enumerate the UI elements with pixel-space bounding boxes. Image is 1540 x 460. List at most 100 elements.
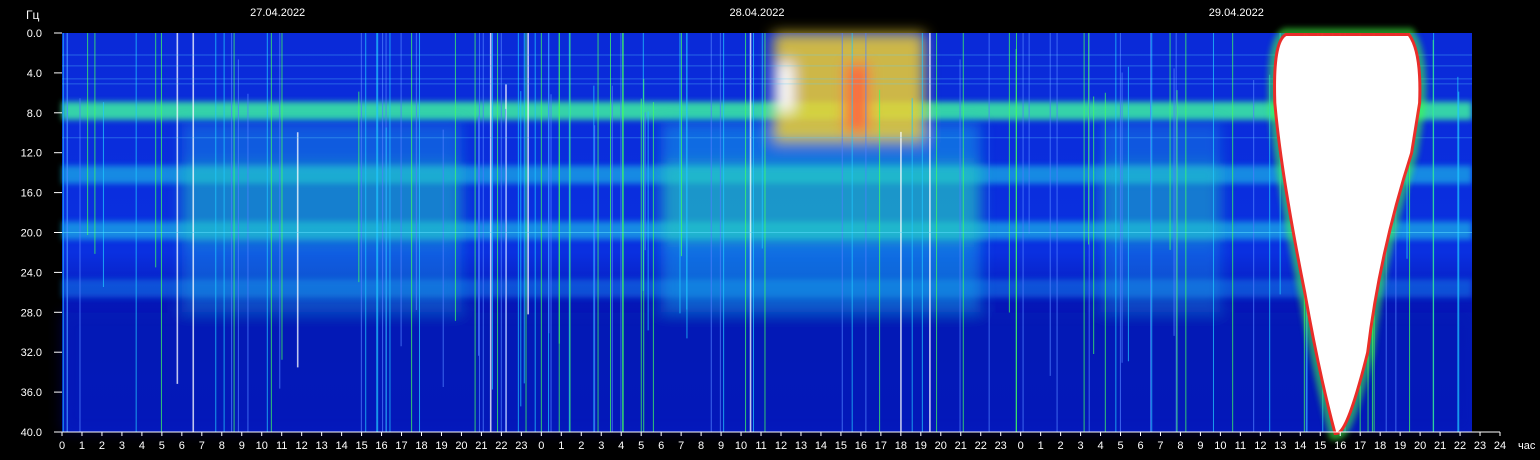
x-tick-label: 23 — [995, 440, 1007, 452]
x-tick-label: 5 — [159, 440, 165, 452]
x-tick-label: 16 — [375, 440, 387, 452]
x-tick-label: 7 — [1157, 440, 1163, 452]
date-labels: 27.04.2022 28.04.2022 29.04.2022 — [250, 7, 1264, 19]
y-tick-label: 12.0 — [21, 148, 42, 160]
x-tick-label: 3 — [1078, 440, 1084, 452]
x-tick-label: 22 — [495, 440, 507, 452]
x-tick-label: 9 — [239, 440, 245, 452]
x-tick-label: 8 — [1177, 440, 1183, 452]
x-tick-label: 13 — [1274, 440, 1286, 452]
disturbance-core — [844, 62, 869, 133]
x-tick-label: 18 — [1374, 440, 1386, 452]
x-tick-label: 21 — [475, 440, 487, 452]
x-tick-label: 15 — [835, 440, 847, 452]
x-tick-label: 13 — [316, 440, 328, 452]
x-tick-label: 4 — [618, 440, 624, 452]
x-tick-label: 7 — [678, 440, 684, 452]
x-tick-label: 6 — [179, 440, 185, 452]
x-tick-label: 20 — [935, 440, 947, 452]
x-tick-label: 19 — [915, 440, 927, 452]
x-tick-label: 20 — [1414, 440, 1426, 452]
x-tick-label: 1 — [79, 440, 85, 452]
x-tick-label: 4 — [1097, 440, 1103, 452]
x-tick-label: 15 — [1314, 440, 1326, 452]
x-tick-label: 6 — [658, 440, 664, 452]
x-tick-label: 23 — [515, 440, 527, 452]
x-tick-label: 14 — [815, 440, 827, 452]
x-tick-label: 9 — [718, 440, 724, 452]
x-axis-unit: час — [1518, 440, 1536, 452]
plot-area — [62, 27, 1500, 441]
x-tick-label: 10 — [1214, 440, 1226, 452]
date-label: 27.04.2022 — [250, 7, 305, 19]
x-tick-label: 18 — [415, 440, 427, 452]
y-axis-unit: Гц — [26, 8, 39, 22]
x-tick-label: 3 — [119, 440, 125, 452]
y-tick-label: 36.0 — [21, 387, 42, 399]
x-tick-label: 17 — [875, 440, 887, 452]
y-tick-label: 32.0 — [21, 347, 42, 359]
x-tick-label: 24 — [1494, 440, 1506, 452]
x-tick-label: 14 — [335, 440, 347, 452]
no-data-region — [1472, 33, 1500, 432]
spectrogram-chart: Гц час 0.0 4.0 8.0 12.0 16.0 20.0 24.0 28.0 32.0… — [21, 7, 1536, 452]
disturbance-core — [777, 62, 793, 111]
date-label: 29.04.2022 — [1209, 7, 1264, 19]
y-tick-label: 28.0 — [21, 307, 42, 319]
x-tick-label: 8 — [698, 440, 704, 452]
x-tick-label: 13 — [795, 440, 807, 452]
x-tick-label: 21 — [955, 440, 967, 452]
x-tick-label: 21 — [1434, 440, 1446, 452]
x-tick-label: 2 — [578, 440, 584, 452]
y-axis-ticks: 0.0 4.0 8.0 12.0 16.0 20.0 24.0 28.0 32.0 36.0 40.… — [21, 28, 62, 439]
activity-core — [1100, 162, 1221, 243]
x-tick-label: 15 — [355, 440, 367, 452]
x-tick-label: 0 — [538, 440, 544, 452]
x-tick-label: 22 — [975, 440, 987, 452]
x-tick-label: 22 — [1454, 440, 1466, 452]
x-tick-label: 2 — [99, 440, 105, 452]
x-tick-label: 1 — [1038, 440, 1044, 452]
x-tick-label: 9 — [1197, 440, 1203, 452]
x-tick-label: 1 — [558, 440, 564, 452]
x-tick-label: 16 — [855, 440, 867, 452]
x-tick-label: 17 — [395, 440, 407, 452]
low-intensity-region — [62, 312, 1473, 432]
y-tick-label: 4.0 — [27, 68, 42, 80]
y-tick-label: 16.0 — [21, 188, 42, 200]
x-tick-label: 19 — [1394, 440, 1406, 452]
date-label: 28.04.2022 — [729, 7, 784, 19]
x-tick-label: 19 — [435, 440, 447, 452]
x-tick-label: 6 — [1137, 440, 1143, 452]
x-axis-ticks: 0 1 2 3 4 5 6 7 8 9 10 11 12 13 14 15 16 17 18 19 20 21 22 23 0 1… — [59, 431, 1506, 452]
x-tick-label: 18 — [895, 440, 907, 452]
x-tick-label: 10 — [735, 440, 747, 452]
x-tick-label: 7 — [199, 440, 205, 452]
x-tick-label: 5 — [638, 440, 644, 452]
y-tick-label: 24.0 — [21, 267, 42, 279]
x-tick-label: 3 — [598, 440, 604, 452]
x-tick-label: 12 — [1254, 440, 1266, 452]
resonance-band — [62, 101, 1473, 120]
x-tick-label: 11 — [755, 440, 766, 452]
x-tick-label: 23 — [1474, 440, 1486, 452]
y-tick-label: 20.0 — [21, 228, 42, 240]
x-tick-label: 0 — [1018, 440, 1024, 452]
x-tick-label: 11 — [1235, 440, 1246, 452]
x-tick-label: 17 — [1354, 440, 1366, 452]
x-tick-label: 20 — [455, 440, 467, 452]
x-tick-label: 12 — [296, 440, 308, 452]
x-tick-label: 16 — [1334, 440, 1346, 452]
y-tick-label: 40.0 — [21, 427, 42, 439]
x-tick-label: 4 — [139, 440, 145, 452]
x-tick-label: 12 — [775, 440, 787, 452]
x-tick-label: 11 — [276, 440, 287, 452]
x-tick-label: 8 — [219, 440, 225, 452]
y-tick-label: 8.0 — [27, 108, 42, 120]
x-tick-label: 10 — [256, 440, 268, 452]
x-tick-label: 5 — [1117, 440, 1123, 452]
x-tick-label: 2 — [1058, 440, 1064, 452]
x-tick-label: 0 — [59, 440, 65, 452]
x-tick-label: 14 — [1294, 440, 1306, 452]
activity-core — [661, 162, 981, 243]
